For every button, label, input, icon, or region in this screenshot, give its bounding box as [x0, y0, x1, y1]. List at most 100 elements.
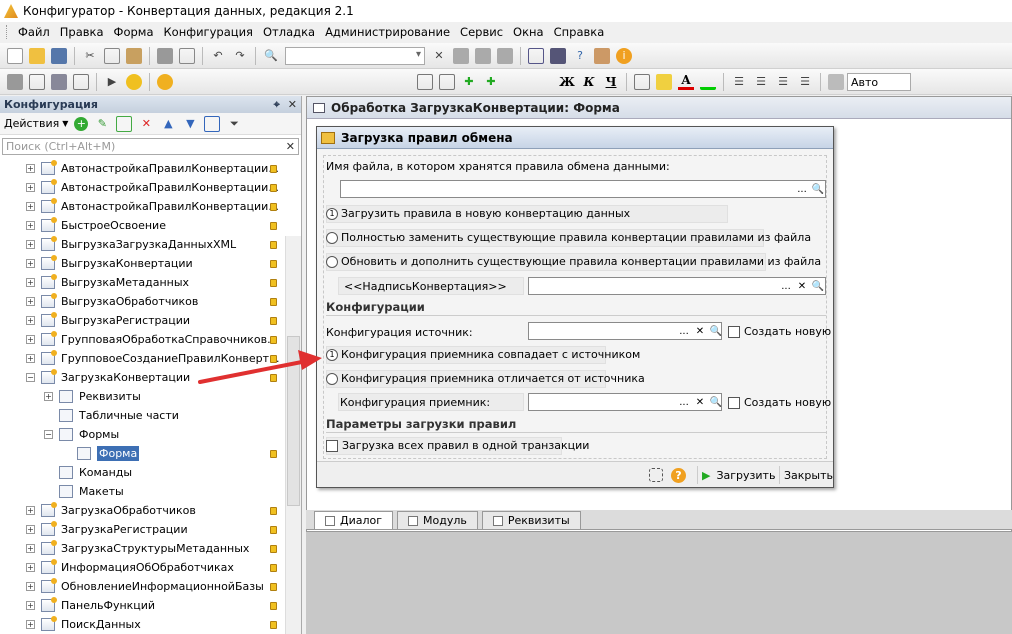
tree-item[interactable]: + ПоискДанных [0, 615, 285, 634]
edit-icon[interactable]: ✎ [94, 116, 110, 132]
tree-item[interactable]: − Формы [0, 425, 285, 444]
search-input[interactable]: Поиск (Ctrl+Alt+M) ✕ [2, 138, 299, 155]
choose-source-button[interactable]: ... [676, 323, 692, 339]
search-icon[interactable]: 🔍 [810, 181, 826, 197]
redo-icon[interactable]: ↷ [232, 48, 248, 64]
cut-icon[interactable]: ✂ [82, 48, 98, 64]
clear-search-icon[interactable]: ✕ [431, 48, 447, 64]
expand-icon[interactable]: + [44, 392, 53, 401]
debug-start-icon[interactable]: ▶ [104, 74, 120, 90]
tree-item[interactable]: + ЗагрузкаРегистрации [0, 520, 285, 539]
help-search-icon[interactable]: ? [572, 48, 588, 64]
font-size-field[interactable]: Авто [847, 72, 911, 91]
add-icon[interactable]: + [74, 116, 89, 131]
filter-icon[interactable]: ⏷ [226, 116, 242, 132]
menu-edit[interactable]: Правка [55, 25, 109, 39]
tree-item[interactable]: + ПанельФункций [0, 596, 285, 615]
expand-icon[interactable]: + [26, 563, 35, 572]
align-justify-icon[interactable]: ☰ [797, 74, 813, 90]
dotted-frame-icon[interactable] [645, 466, 667, 484]
tree-item[interactable]: + ВыгрузкаРегистрации [0, 311, 285, 330]
search-combo[interactable] [285, 46, 425, 65]
clear-icon[interactable]: ✕ [692, 323, 708, 339]
tab-module[interactable]: Модуль [397, 511, 478, 529]
preview-icon[interactable] [179, 47, 195, 64]
highlight-icon[interactable] [700, 74, 716, 90]
load-button[interactable]: ▶ Загрузить [697, 466, 779, 484]
move-down-icon[interactable]: ▼ [182, 116, 198, 132]
expand-icon[interactable]: + [26, 525, 35, 534]
expand-icon[interactable]: + [26, 202, 35, 211]
underline-icon[interactable]: Ч [603, 75, 619, 89]
radio-target-same[interactable]: 1 Конфигурация приемника совпадает с исто… [326, 348, 640, 361]
menu-form[interactable]: Форма [109, 25, 159, 39]
create-new-source-checkbox[interactable]: Создать новую [728, 325, 831, 338]
pin-icon[interactable]: ⌖ [274, 98, 280, 112]
copy-item-icon[interactable] [116, 115, 133, 132]
chevron-down-icon[interactable]: ▼ [62, 119, 68, 128]
expand-icon[interactable]: + [26, 164, 35, 173]
new-icon[interactable] [7, 47, 23, 64]
tree-item[interactable]: + АвтонастройкаПравилКонвертации... [0, 159, 285, 178]
syntax-helper-icon[interactable] [594, 47, 610, 64]
menu-administration[interactable]: Администрирование [320, 25, 455, 39]
menu-service[interactable]: Сервис [455, 25, 508, 39]
menu-file[interactable]: Файл [13, 25, 55, 39]
font-color-icon[interactable]: A [678, 73, 694, 90]
find-icon[interactable]: 🔍 [263, 48, 279, 64]
tab-attributes[interactable]: Реквизиты [481, 511, 581, 529]
menu-configuration[interactable]: Конфигурация [159, 25, 258, 39]
menu-help[interactable]: Справка [549, 25, 610, 39]
add-element-icon[interactable]: ✚ [461, 74, 477, 90]
menu-debug[interactable]: Отладка [258, 25, 320, 39]
expand-icon[interactable]: + [26, 582, 35, 591]
tree-item[interactable]: + БыстроеОсвоение [0, 216, 285, 235]
tree-item[interactable]: + Реквизиты [0, 387, 285, 406]
save-icon[interactable] [51, 47, 67, 64]
copy-icon[interactable] [104, 47, 120, 64]
align-right-icon[interactable]: ☰ [775, 74, 791, 90]
form-properties-icon[interactable] [439, 73, 455, 90]
expand-icon[interactable]: + [26, 601, 35, 610]
table-icon[interactable] [73, 73, 89, 90]
tree-item[interactable]: + АвтонастройкаПравилКонвертации... [0, 178, 285, 197]
expand-icon[interactable]: + [26, 316, 35, 325]
single-transaction-checkbox[interactable]: Загрузка всех правил в одной транзакции [326, 439, 589, 452]
open-icon[interactable] [29, 47, 45, 64]
choose-conversion-button[interactable]: ... [778, 278, 794, 294]
expand-icon[interactable]: + [26, 354, 35, 363]
expand-icon[interactable]: + [26, 297, 35, 306]
border-icon[interactable] [634, 73, 650, 90]
radio-new-conversion[interactable]: 1 Загрузить правила в новую конвертацию д… [326, 207, 630, 220]
tree-item[interactable]: Макеты [0, 482, 285, 501]
file-name-input[interactable] [340, 180, 826, 198]
create-new-target-checkbox[interactable]: Создать новую [728, 396, 831, 409]
expand-icon[interactable]: + [26, 335, 35, 344]
find-next-icon[interactable] [453, 47, 469, 64]
tree-item[interactable]: − ЗагрузкаКонвертации [0, 368, 285, 387]
windows-icon[interactable] [528, 47, 544, 64]
menu-windows[interactable]: Окна [508, 25, 549, 39]
expand-icon[interactable]: + [26, 506, 35, 515]
radio-replace-rules[interactable]: Полностью заменить существующие правила … [326, 231, 811, 244]
expand-icon[interactable]: + [26, 259, 35, 268]
tree-item[interactable]: + ВыгрузкаКонвертации [0, 254, 285, 273]
tree-item[interactable]: + ВыгрузкаМетаданных [0, 273, 285, 292]
tree-item[interactable]: + ИнформацияОбОбработчиках [0, 558, 285, 577]
expand-icon[interactable]: + [26, 183, 35, 192]
assistant-icon[interactable] [550, 47, 566, 64]
print-icon[interactable] [157, 47, 173, 64]
scrollbar-thumb[interactable] [287, 336, 300, 506]
font-icon[interactable] [828, 73, 844, 90]
fill-color-icon[interactable] [656, 73, 672, 90]
form-wizard-icon[interactable] [417, 73, 433, 90]
find-all-icon[interactable] [497, 47, 513, 64]
tree-item[interactable]: + ЗагрузкаОбработчиков [0, 501, 285, 520]
compare-icon[interactable] [29, 73, 45, 90]
radio-update-rules[interactable]: Обновить и дополнить существующие правил… [326, 255, 821, 268]
expand-icon[interactable]: + [26, 544, 35, 553]
align-center-icon[interactable]: ☰ [753, 74, 769, 90]
find-prev-icon[interactable] [475, 47, 491, 64]
tree-item[interactable]: + ОбновлениеИнформационнойБазы [0, 577, 285, 596]
undo-icon[interactable]: ↶ [210, 48, 226, 64]
